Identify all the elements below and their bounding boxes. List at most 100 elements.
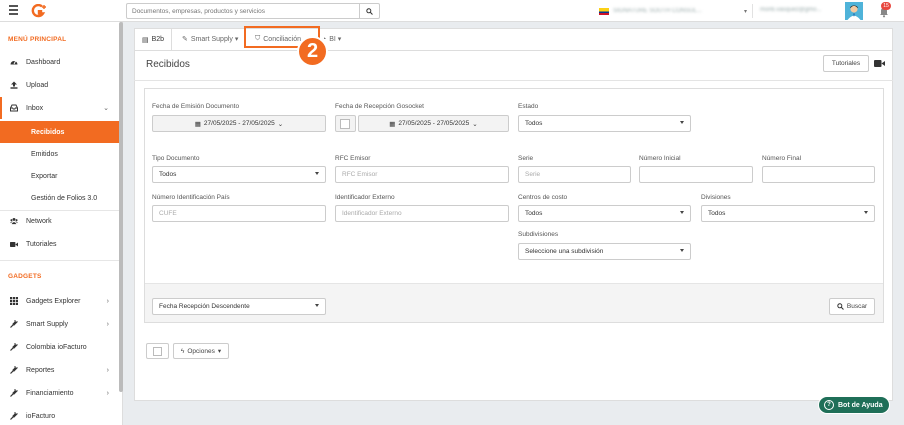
checkbox[interactable] [340, 119, 350, 129]
sidebar-item-label: Financiamiento [26, 389, 74, 397]
video-icon [10, 240, 18, 248]
serie-input[interactable]: Serie [518, 166, 631, 183]
plug-icon [10, 412, 18, 420]
centros-costo-select[interactable]: Todos [518, 205, 691, 222]
chevron-down-icon [864, 211, 868, 214]
sidebar-item-smart-supply[interactable]: Smart Supply › [0, 315, 119, 333]
subdivisiones-label: Subdivisiones [518, 231, 559, 238]
tipo-documento-select[interactable]: Todos [152, 166, 326, 183]
numero-inicial-input[interactable] [639, 166, 753, 183]
select-all-checkbox[interactable] [146, 343, 169, 359]
sidebar-item-upload[interactable]: Upload [0, 76, 119, 94]
checkbox[interactable] [153, 347, 162, 356]
avatar[interactable] [845, 2, 863, 20]
sidebar-item-financiamiento[interactable]: Financiamiento › [0, 384, 119, 402]
sidebar-item-label: Gestión de Folios 3.0 [31, 194, 98, 202]
sidebar-item-tutoriales[interactable]: Tutoriales [0, 235, 119, 253]
question-icon: ? [824, 400, 834, 410]
chevron-down-icon [680, 249, 684, 252]
sidebar-item-recibidos[interactable]: Recibidos [0, 121, 119, 143]
fecha-recepcion-label: Fecha de Recepción Gosocket [335, 103, 424, 110]
sidebar-item-iofacturo[interactable]: ioFacturo [0, 407, 119, 425]
fecha-recepcion-value: 27/05/2025 - 27/05/2025 [398, 120, 470, 127]
chevron-down-icon: ⌄ [103, 105, 109, 112]
chevron-down-icon [315, 304, 319, 307]
chevron-down-icon [680, 121, 684, 124]
sidebar-item-exportar[interactable]: Exportar [0, 166, 119, 186]
numero-final-input[interactable] [762, 166, 875, 183]
sidebar-item-label: Exportar [31, 172, 58, 180]
divisiones-select[interactable]: Todos [701, 205, 875, 222]
sidebar-scrollbar[interactable] [119, 22, 123, 392]
sidebar-item-dashboard[interactable]: Dashboard [0, 53, 119, 71]
sidebar-item-gadgets-explorer[interactable]: Gadgets Explorer › [0, 292, 119, 310]
sidebar-item-inbox[interactable]: Inbox ⌄ [0, 99, 119, 117]
estado-select[interactable]: Todos [518, 115, 691, 132]
sidebar-item-colombia-iofacturo[interactable]: Colombia ioFacturo [0, 338, 119, 356]
buscar-label: Buscar [846, 303, 868, 310]
sidebar-item-label: Colombia ioFacturo [26, 343, 87, 351]
sidebar: MENÚ PRINCIPAL Dashboard Upload Inbox ⌄ … [0, 22, 123, 425]
user-email[interactable]: monti.vasquez@gmo... [760, 7, 840, 13]
chevron-right-icon: › [106, 320, 109, 328]
tab-label: B2b [151, 36, 165, 43]
plug-icon [10, 343, 18, 351]
fecha-recepcion-datepicker[interactable]: ▦ 27/05/2025 - 27/05/2025 ⌄ [358, 115, 509, 132]
divider [0, 260, 119, 261]
sidebar-item-gestion-folios[interactable]: Gestión de Folios 3.0 [0, 188, 119, 208]
bolt-icon: ϟ [180, 347, 185, 355]
video-camera-icon[interactable] [874, 59, 885, 68]
gosocket-logo-icon[interactable] [31, 4, 47, 18]
subdivisiones-select[interactable]: Seleccione una subdivisión [518, 243, 691, 260]
fecha-recepcion-toggle[interactable] [335, 115, 356, 132]
sidebar-item-emitidos[interactable]: Emitidos [0, 144, 119, 164]
divider [0, 210, 119, 211]
sidebar-item-label: Tutoriales [26, 240, 57, 248]
centros-costo-label: Centros de costo [518, 194, 568, 201]
serie-label: Serie [518, 155, 534, 162]
chevron-right-icon: › [106, 297, 109, 305]
tab-b2b[interactable]: ▤ B2b [134, 28, 173, 50]
global-search [126, 3, 380, 19]
grid-icon [10, 297, 18, 305]
tab-label: Smart Supply ▾ [190, 36, 239, 43]
company-selector[interactable]: SIGNATURE SOUTH CONSUL... ▾ [599, 5, 747, 17]
sidebar-item-label: Network [26, 217, 52, 225]
rfc-emisor-label: RFC Emisor [335, 155, 371, 162]
fecha-emision-datepicker[interactable]: ▦ 27/05/2025 - 27/05/2025 ⌄ [152, 115, 326, 132]
subdivisiones-value: Seleccione una subdivisión [525, 248, 604, 255]
tutorials-button[interactable]: Tutoriales [823, 55, 869, 72]
tab-label: BI ▾ [329, 36, 342, 43]
hamburger-menu-icon[interactable] [9, 5, 18, 15]
buscar-button[interactable]: Buscar [829, 298, 875, 315]
chevron-down-icon [315, 172, 319, 175]
opciones-button[interactable]: ϟ Opciones ▾ [173, 343, 229, 359]
fecha-emision-value: 27/05/2025 - 27/05/2025 [203, 120, 275, 127]
sort-select[interactable]: Fecha Recepción Descendente [152, 298, 326, 315]
numero-final-label: Número Final [762, 155, 802, 162]
sidebar-item-reportes[interactable]: Reportes › [0, 361, 119, 379]
opciones-label: Opciones [187, 347, 215, 355]
divider [752, 4, 753, 18]
plug-icon [10, 366, 18, 374]
identificador-externo-input[interactable]: Identificador Externo [335, 205, 509, 222]
tab-smart-supply[interactable]: ✎ Smart Supply ▾ [175, 28, 245, 50]
numero-identificacion-input[interactable]: CUFE [152, 205, 326, 222]
search-button[interactable] [359, 4, 379, 18]
sidebar-item-label: Dashboard [26, 58, 61, 66]
tipo-documento-value: Todos [159, 171, 177, 178]
inbox-icon [10, 104, 18, 112]
help-bot-button[interactable]: ? Bot de Ayuda [818, 396, 890, 414]
sidebar-item-label: Gadgets Explorer [26, 297, 81, 305]
global-search-input[interactable] [127, 4, 361, 18]
calendar-icon: ▦ [194, 120, 201, 128]
fecha-emision-label: Fecha de Emisión Documento [152, 103, 240, 110]
calendar-icon: ▦ [389, 120, 396, 128]
sidebar-item-label: Inbox [26, 104, 44, 112]
chevron-down-icon: ⌄ [472, 120, 478, 128]
chevron-down-icon: ▾ [743, 8, 747, 15]
dashboard-icon [10, 58, 18, 66]
rfc-emisor-input[interactable]: RFC Emisor [335, 166, 509, 183]
divisiones-value: Todos [708, 210, 726, 217]
sidebar-item-network[interactable]: Network [0, 212, 119, 230]
